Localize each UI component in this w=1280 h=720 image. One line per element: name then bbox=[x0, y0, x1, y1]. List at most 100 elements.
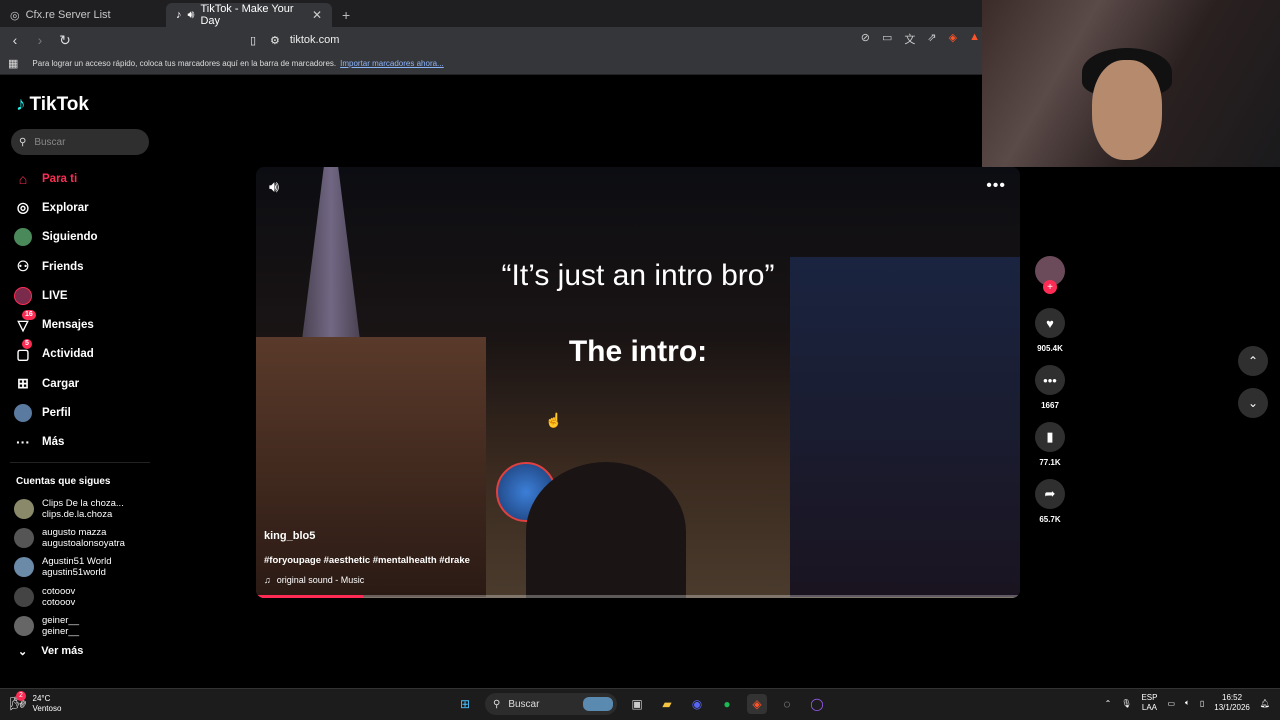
previous-video-button[interactable]: ⌃ bbox=[1238, 346, 1268, 376]
nav-label: Para ti bbox=[42, 172, 78, 185]
app-icon[interactable]: ◌ bbox=[777, 694, 797, 714]
share-arrow-icon: ➦ bbox=[1044, 486, 1056, 501]
video-username[interactable]: king_blo5 bbox=[264, 530, 315, 542]
following-item[interactable]: augusto mazza augustoalonsoyatra bbox=[14, 523, 125, 552]
weather-badge: 2 bbox=[16, 691, 26, 701]
brave-rewards-icon[interactable]: ▲ bbox=[969, 31, 980, 47]
following-name: geiner__ bbox=[42, 614, 79, 626]
brave-icon[interactable]: ◈ bbox=[747, 694, 767, 714]
windows-start-icon[interactable]: ⊞ bbox=[455, 694, 475, 714]
back-button[interactable]: ‹ bbox=[5, 32, 25, 48]
next-video-button[interactable]: ⌄ bbox=[1238, 388, 1268, 418]
volume-icon[interactable]: 🔈︎ bbox=[1185, 698, 1190, 708]
site-info-icon[interactable]: ⚙ bbox=[270, 34, 280, 47]
nav-actividad[interactable]: ▢ 5 Actividad bbox=[14, 339, 98, 369]
network-icon[interactable]: ▭ bbox=[1167, 699, 1175, 708]
tab-cfx[interactable]: ◎ Cfx.re Server List bbox=[0, 3, 166, 27]
creator-avatar[interactable]: + bbox=[1035, 256, 1065, 294]
see-more-label: Ver más bbox=[41, 645, 84, 657]
translate-icon[interactable]: 文 bbox=[904, 31, 915, 47]
following-item[interactable]: Agustin51 World agustin51world bbox=[14, 553, 125, 582]
address-bar[interactable]: ▯ ⚙ tiktok.com bbox=[250, 30, 339, 50]
compass-icon: ◎ bbox=[16, 199, 30, 216]
taskbar-search[interactable]: ⚲ Buscar bbox=[485, 693, 617, 715]
reload-button[interactable]: ↻ bbox=[55, 32, 75, 49]
bookmark-icon[interactable]: ▯ bbox=[250, 34, 256, 47]
video-hashtags[interactable]: #foryoupage #aesthetic #mentalhealth #dr… bbox=[264, 555, 470, 566]
following-name: augusto mazza bbox=[42, 526, 107, 538]
cast-icon[interactable]: ▭ bbox=[882, 31, 892, 47]
tiktok-logo[interactable]: ♪ TikTok bbox=[16, 94, 89, 116]
like-button[interactable]: ♥ bbox=[1035, 308, 1065, 338]
avatar bbox=[14, 557, 34, 578]
lang-line2: LAA bbox=[1141, 703, 1158, 712]
nav-mas[interactable]: ··· Más bbox=[14, 428, 98, 457]
nav-mensajes[interactable]: ▽ 16 Mensajes bbox=[14, 310, 98, 339]
video-progress-bar[interactable] bbox=[256, 595, 1020, 598]
globe-icon: ◎ bbox=[10, 9, 20, 22]
chevron-up-icon: ⌃ bbox=[1247, 354, 1259, 368]
nav-cargar[interactable]: ⊞ Cargar bbox=[14, 369, 98, 398]
forward-button[interactable]: › bbox=[30, 32, 50, 48]
chevron-up-icon[interactable]: ⌃ bbox=[1105, 699, 1112, 708]
import-bookmarks-link[interactable]: Importar marcadores ahora... bbox=[340, 59, 444, 68]
clock-date: 13/1/2026 bbox=[1214, 703, 1250, 712]
see-more-button[interactable]: ⌄ Ver más bbox=[18, 645, 83, 658]
notifications-icon[interactable]: 🔔︎ bbox=[1260, 699, 1270, 708]
nav-live[interactable]: LIVE bbox=[14, 281, 98, 310]
bookmark-icon: ▮ bbox=[1046, 429, 1054, 444]
following-item[interactable]: geiner__ geiner__ bbox=[14, 611, 125, 640]
webcam-overlay bbox=[982, 0, 1280, 167]
nav-explorar[interactable]: ◎ Explorar bbox=[14, 193, 98, 222]
more-options-icon[interactable]: ••• bbox=[986, 177, 1006, 195]
language-indicator[interactable]: ESP LAA bbox=[1141, 693, 1157, 713]
following-item[interactable]: cotooov cotooov bbox=[14, 582, 125, 611]
share-button[interactable]: ➦ bbox=[1035, 479, 1065, 509]
comment-button[interactable]: ••• bbox=[1035, 365, 1065, 395]
profile-icon bbox=[14, 404, 32, 423]
nav-perfil[interactable]: Perfil bbox=[14, 398, 98, 427]
nav-label: Más bbox=[42, 436, 65, 449]
following-handle: cotooov bbox=[42, 596, 76, 608]
tab-title: TikTok - Make Your Day bbox=[200, 3, 294, 27]
home-icon: ⌂ bbox=[18, 170, 28, 187]
sidebar: ♪ TikTok ⚲ Buscar ⌂ Para ti ◎ Explorar S… bbox=[0, 76, 160, 686]
system-tray: ⌃ 🎙︎ ESP LAA ▭ 🔈︎ ▯ 16:52 13/1/2026 🔔︎ bbox=[1105, 693, 1270, 713]
share-count: 65.7K bbox=[1039, 515, 1061, 524]
following-handle: augustoalonsoyatra bbox=[42, 537, 125, 549]
apps-icon[interactable]: ▦ bbox=[8, 57, 18, 70]
no-images-icon[interactable]: ⊘ bbox=[861, 31, 870, 47]
activity-badge: 5 bbox=[22, 339, 32, 350]
clock[interactable]: 16:52 13/1/2026 bbox=[1214, 693, 1250, 713]
chevron-down-icon: ⌄ bbox=[18, 646, 28, 658]
tab-tiktok[interactable]: ♪ 🔊︎ TikTok - Make Your Day ✕ bbox=[166, 3, 332, 27]
battery-icon[interactable]: ▯ bbox=[1200, 699, 1204, 708]
following-item[interactable]: Clips De la choza... clips.de.la.choza bbox=[14, 494, 125, 523]
activity-icon: ▢ 5 bbox=[14, 339, 32, 363]
task-view-icon[interactable]: ▣ bbox=[627, 694, 647, 714]
friends-icon: ⚇ bbox=[16, 258, 30, 275]
nav-label: Actividad bbox=[42, 348, 94, 361]
volume-icon[interactable]: 🔊︎ bbox=[269, 179, 279, 197]
assistant-icon[interactable]: ◯ bbox=[807, 694, 827, 714]
nav-siguiendo[interactable]: Siguiendo bbox=[14, 223, 98, 252]
tiktok-note-icon: ♪ bbox=[16, 94, 26, 115]
share-icon[interactable]: ⇗ bbox=[927, 31, 936, 47]
search-input[interactable]: ⚲ Buscar bbox=[11, 129, 149, 155]
discord-icon[interactable]: ◉ bbox=[687, 694, 707, 714]
nav-para-ti[interactable]: ⌂ Para ti bbox=[14, 164, 98, 193]
brave-shield-icon[interactable]: ◈ bbox=[949, 31, 957, 47]
following-icon bbox=[14, 228, 32, 247]
video-player[interactable]: “It’s just an intro bro” The intro: 🔊︎ •… bbox=[256, 167, 1020, 598]
save-button[interactable]: ▮ bbox=[1035, 422, 1065, 452]
video-sound[interactable]: ♫ original sound - Music bbox=[264, 575, 364, 585]
follow-plus-icon[interactable]: + bbox=[1043, 280, 1057, 294]
weather-widget[interactable]: 🌬︎ 2 24°C Ventoso bbox=[10, 691, 61, 714]
spotify-icon[interactable]: ● bbox=[717, 694, 737, 714]
following-name: Agustin51 World bbox=[42, 556, 112, 568]
close-tab-icon[interactable]: ✕ bbox=[312, 8, 322, 22]
microphone-icon[interactable]: 🎙︎ bbox=[1121, 699, 1131, 708]
new-tab-button[interactable]: + bbox=[332, 3, 360, 27]
nav-friends[interactable]: ⚇ Friends bbox=[14, 252, 98, 281]
file-explorer-icon[interactable]: ▰ bbox=[657, 694, 677, 714]
